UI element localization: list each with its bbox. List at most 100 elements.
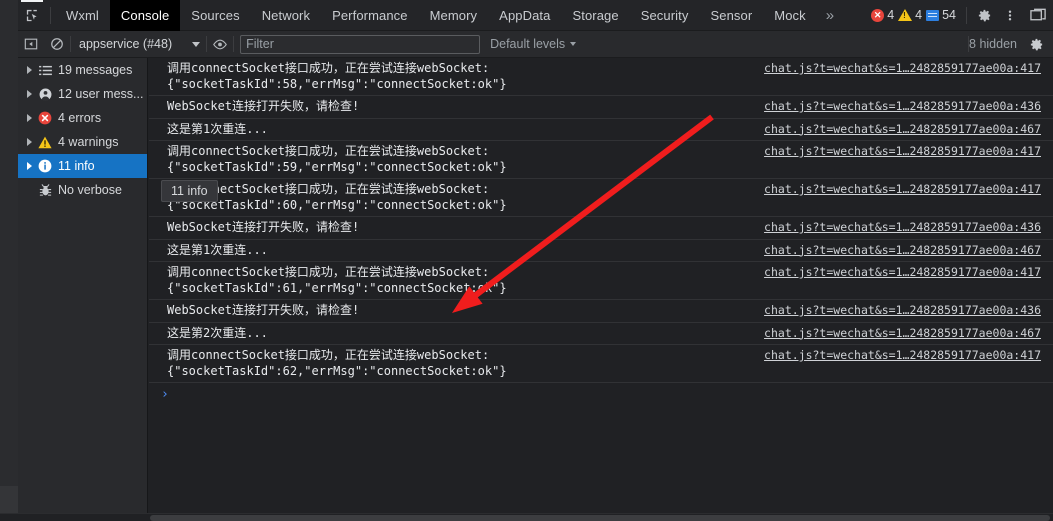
console-source-link[interactable]: chat.js?t=wechat&s=1…2482859177ae00a:467 [764, 122, 1053, 138]
tab-storage[interactable]: Storage [561, 0, 629, 31]
log-levels-label: Default levels [490, 37, 566, 51]
message-count: 54 [942, 8, 956, 22]
console-source-link[interactable]: chat.js?t=wechat&s=1…2482859177ae00a:467 [764, 326, 1053, 342]
chevron-down-icon [570, 42, 577, 46]
more-options-button[interactable] [997, 0, 1023, 31]
console-message-text: 这是第1次重连... [167, 242, 268, 257]
console-source-link[interactable]: chat.js?t=wechat&s=1…2482859177ae00a:436 [764, 99, 1053, 115]
sidebar-item-errors[interactable]: 4 errors [18, 106, 147, 130]
console-message-text: WebSocket连接打开失败，请检查! [167, 220, 360, 234]
dock-position-button[interactable] [1023, 0, 1053, 31]
chevron-right-icon[interactable] [27, 90, 32, 98]
tab-console[interactable]: Console [109, 0, 181, 31]
console-settings-button[interactable] [1023, 31, 1049, 58]
console-source-link[interactable]: chat.js?t=wechat&s=1…2482859177ae00a:417 [764, 348, 1053, 364]
console-message-text: 调用connectSocket接口成功，正在尝试连接webSocket: {"s… [167, 61, 507, 91]
execution-context-selector[interactable]: appservice (#48) [71, 35, 206, 54]
tab-sensor[interactable]: Sensor [699, 0, 763, 31]
console-message-text: 这是第2次重连... [167, 325, 268, 340]
prompt-arrow-icon: › [161, 386, 169, 402]
inspect-element-button[interactable] [18, 0, 46, 31]
console-message-text: WebSocket连接打开失败，请检查! [167, 99, 360, 113]
tab-wxml[interactable]: Wxml [55, 0, 110, 31]
console-row[interactable]: 调用connectSocket接口成功，正在尝试连接webSocket: {"s… [149, 345, 1053, 383]
console-row[interactable]: 调用connectSocket接口成功，正在尝试连接webSocket: {"s… [149, 262, 1053, 300]
sidebar-item-user-messages[interactable]: 12 user mess... [18, 82, 147, 106]
console-filter-bar: appservice (#48) Default levels 8 hidden [0, 30, 1053, 58]
tab-security[interactable]: Security [630, 0, 700, 31]
sidebar-item-label: No verbose [58, 183, 122, 197]
console-row[interactable]: 这是第2次重连... chat.js?t=wechat&s=1…24828591… [149, 323, 1053, 345]
chevron-down-icon [192, 41, 201, 47]
console-prompt[interactable]: › [149, 383, 1053, 405]
console-row[interactable]: 调用connectSocket接口成功，正在尝试连接webSocket: {"s… [149, 58, 1053, 96]
console-message-text: 调用connectSocket接口成功，正在尝试连接webSocket: {"s… [167, 144, 507, 174]
tab-mock[interactable]: Mock [763, 0, 816, 31]
tab-network[interactable]: Network [251, 0, 321, 31]
left-gutter-filter [0, 30, 18, 58]
issue-badges[interactable]: ✕ 4 4 54 [865, 8, 962, 22]
error-icon: ✕ [871, 8, 885, 22]
console-source-link[interactable]: chat.js?t=wechat&s=1…2482859177ae00a:467 [764, 243, 1053, 259]
toolbar-divider [50, 6, 51, 24]
chevron-right-icon[interactable] [27, 66, 32, 74]
live-expression-eye-icon [213, 39, 228, 49]
filter-input[interactable] [240, 34, 481, 54]
message-icon [926, 9, 940, 21]
console-row[interactable]: 这是第1次重连... chat.js?t=wechat&s=1…24828591… [149, 119, 1053, 141]
scrollbar-thumb[interactable] [150, 515, 1050, 521]
tab-performance[interactable]: Performance [321, 0, 419, 31]
live-expression-button[interactable] [207, 31, 233, 58]
filter-divider-3 [233, 36, 235, 52]
console-row[interactable]: WebSocket连接打开失败，请检查! chat.js?t=wechat&s=… [149, 96, 1053, 119]
chevron-right-icon[interactable] [27, 138, 32, 146]
sidebar-item-label: 11 info [58, 159, 95, 173]
console-source-link[interactable]: chat.js?t=wechat&s=1…2482859177ae00a:417 [764, 265, 1053, 281]
hidden-messages-count[interactable]: 8 hidden [969, 37, 1023, 51]
console-row[interactable]: 调用connectSocket接口成功，正在尝试连接webSocket: {"s… [149, 179, 1053, 217]
console-row[interactable]: 这是第1次重连... chat.js?t=wechat&s=1…24828591… [149, 240, 1053, 262]
bottom-left-gutter [0, 486, 18, 513]
console-message-text: 调用connectSocket接口成功，正在尝试连接webSocket: {"s… [167, 182, 507, 212]
log-levels-selector[interactable]: Default levels [490, 37, 577, 51]
sidebar-item-verbose[interactable]: No verbose [18, 178, 147, 202]
tab-sources[interactable]: Sources [180, 0, 250, 31]
sidebar-item-label: 12 user mess... [58, 87, 144, 101]
warning-icon [898, 9, 913, 21]
sidebar-item-info[interactable]: 11 info [18, 154, 147, 178]
sidebar-item-label: 19 messages [58, 63, 133, 77]
sidebar-item-messages[interactable]: 19 messages [18, 58, 147, 82]
console-source-link[interactable]: chat.js?t=wechat&s=1…2482859177ae00a:436 [764, 303, 1053, 319]
inspect-element-icon [26, 9, 38, 21]
console-sidebar: 19 messages 12 user mess... 4 errors 4 w… [18, 58, 148, 513]
console-source-link[interactable]: chat.js?t=wechat&s=1…2482859177ae00a:417 [764, 61, 1053, 77]
console-row[interactable]: WebSocket连接打开失败，请检查! chat.js?t=wechat&s=… [149, 300, 1053, 323]
more-tabs-button[interactable]: » [817, 0, 843, 31]
console-row[interactable]: WebSocket连接打开失败，请检查! chat.js?t=wechat&s=… [149, 217, 1053, 240]
error-badge[interactable]: ✕ 4 [871, 8, 894, 22]
toggle-console-sidebar-button[interactable] [18, 31, 44, 58]
sidebar-item-warnings[interactable]: 4 warnings [18, 130, 147, 154]
console-source-link[interactable]: chat.js?t=wechat&s=1…2482859177ae00a:417 [764, 144, 1053, 160]
sidebar-item-label: 4 errors [58, 111, 102, 125]
console-message-list[interactable]: 调用connectSocket接口成功，正在尝试连接webSocket: {"s… [149, 58, 1053, 513]
warning-badge[interactable]: 4 [898, 8, 922, 22]
chevron-right-icon[interactable] [27, 162, 32, 170]
warning-icon [38, 135, 52, 149]
show-console-sidebar-icon [24, 38, 38, 50]
chevron-right-icon[interactable] [27, 114, 32, 122]
console-source-link[interactable]: chat.js?t=wechat&s=1…2482859177ae00a:436 [764, 220, 1053, 236]
error-count: 4 [887, 8, 895, 22]
clear-console-button[interactable] [44, 31, 70, 58]
left-gutter [0, 0, 18, 31]
sidebar-item-label: 4 warnings [58, 135, 119, 149]
console-source-link[interactable]: chat.js?t=wechat&s=1…2482859177ae00a:417 [764, 182, 1053, 198]
person-icon [38, 87, 52, 101]
gear-icon [1030, 38, 1042, 50]
tab-appdata[interactable]: AppData [488, 0, 561, 31]
settings-button[interactable] [971, 0, 997, 31]
console-row[interactable]: 调用connectSocket接口成功，正在尝试连接webSocket: {"s… [149, 141, 1053, 179]
horizontal-scrollbar[interactable] [0, 513, 1053, 521]
tab-memory[interactable]: Memory [419, 0, 489, 31]
message-badge[interactable]: 54 [926, 8, 956, 22]
